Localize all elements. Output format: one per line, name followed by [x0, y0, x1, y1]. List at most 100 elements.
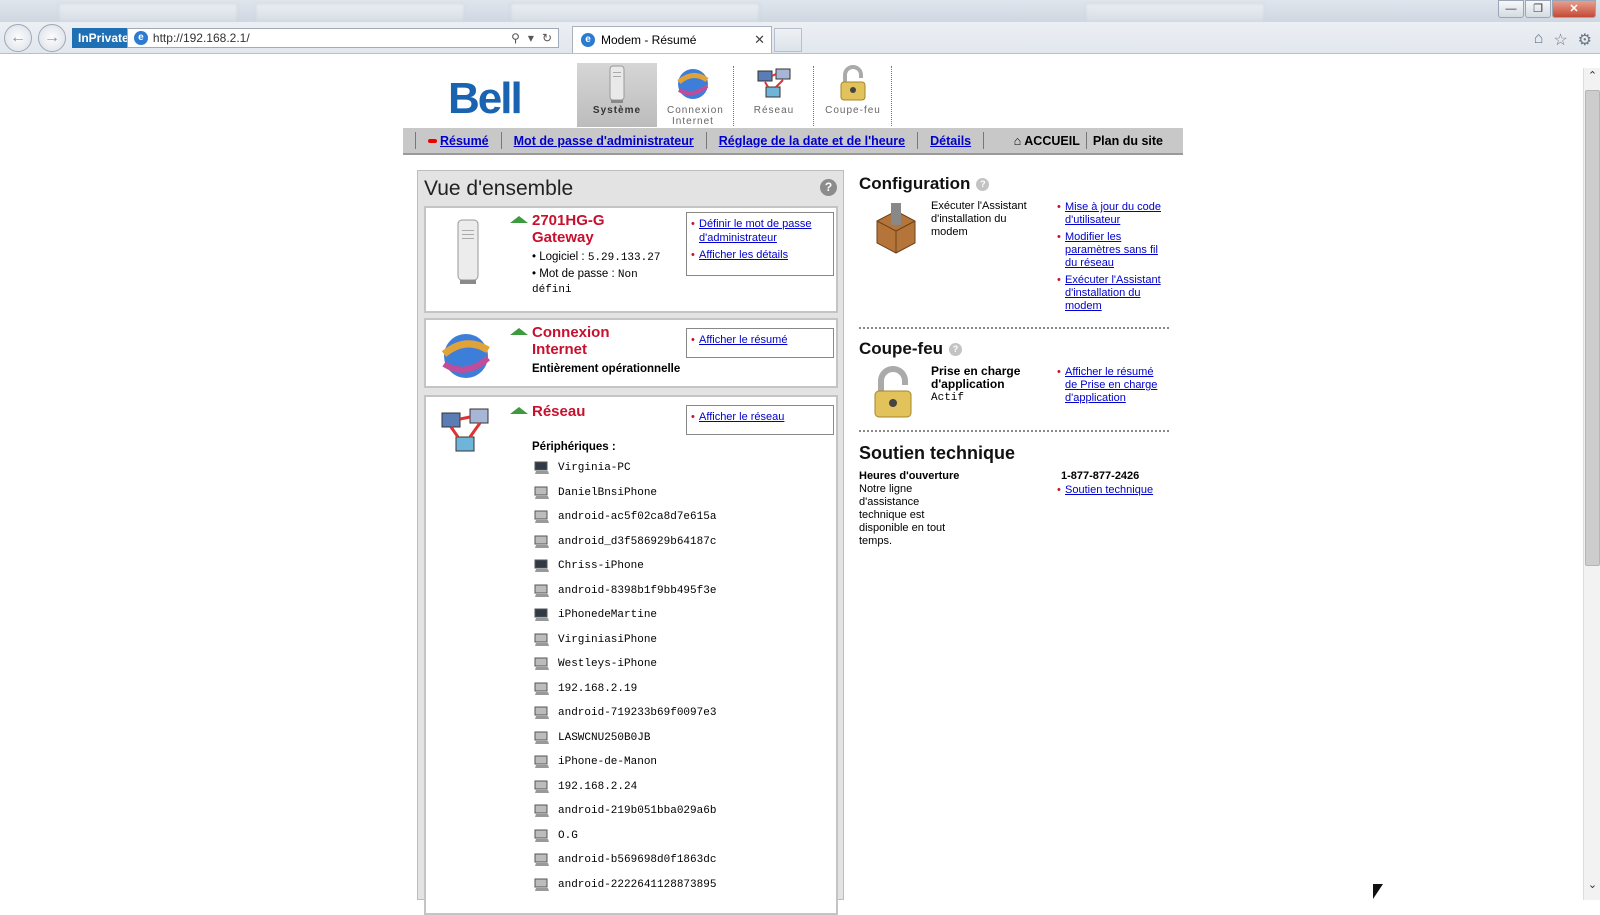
favorites-star-icon[interactable]: ☆ — [1553, 30, 1567, 50]
device-name: Westleys-iPhone — [558, 658, 658, 670]
support-phone: 1-877-877-2426 — [1061, 470, 1140, 482]
firewall-text: Prise en charge d'application — [931, 364, 1021, 391]
ie-tab-icon: e — [581, 33, 595, 47]
active-tab[interactable]: e Modem - Résumé ✕ — [572, 26, 772, 53]
restore-button[interactable]: ❐ — [1525, 0, 1551, 18]
device-name: android-8398b1f9bb495f3e — [558, 584, 717, 597]
inprivate-badge[interactable]: InPrivate — [72, 28, 135, 48]
minimize-button[interactable]: — — [1498, 0, 1524, 18]
show-details-link[interactable]: Afficher les détails — [699, 249, 788, 261]
device-row: android-219b051bba029a6b — [534, 801, 716, 821]
bell-logo[interactable]: Bell — [448, 74, 523, 124]
help-icon[interactable]: ? — [976, 178, 990, 192]
hours-text: Notre ligne d'assistance technique est d… — [859, 483, 946, 547]
scroll-up-icon[interactable]: ⌃ — [1586, 70, 1599, 83]
device-row: LASWCNU250B0JB — [534, 728, 650, 748]
refresh-icon[interactable]: ↻ — [542, 31, 552, 45]
padlock-icon — [813, 63, 893, 105]
nav-connexion-label: Connexion Internet — [667, 105, 724, 127]
window-controls: — ❐ ✕ — [1498, 0, 1596, 18]
browser-tools: ⌂ ☆ ⚙ — [1534, 30, 1592, 50]
tab-close-icon[interactable]: ✕ — [754, 32, 765, 48]
run-setup-wizard-link[interactable]: Exécuter l'Assistant d'installation du m… — [1065, 274, 1161, 312]
subnav-date-time[interactable]: Réglage de la date et de l'heure — [719, 134, 905, 148]
tab-title: Modem - Résumé — [601, 33, 697, 47]
subnav-resume-label: Résumé — [440, 133, 489, 148]
device-name: android-719233b69f0097e3 — [558, 707, 717, 719]
wireless-settings-link[interactable]: Modifier les paramètres sans fil du rése… — [1065, 231, 1158, 269]
gateway-links: Définir le mot de passe d'administrateur… — [686, 212, 834, 276]
device-name: android-ac5f02ca8d7e615a — [558, 511, 717, 523]
background-tab[interactable] — [255, 3, 465, 21]
section-divider — [859, 430, 1169, 432]
status-ok-icon — [510, 407, 528, 414]
support-link[interactable]: Soutien technique — [1065, 484, 1153, 496]
forward-button[interactable]: → — [38, 24, 66, 52]
subnav-resume[interactable]: Résumé — [428, 134, 489, 148]
help-icon[interactable]: ? — [820, 179, 837, 196]
section-divider — [859, 327, 1169, 329]
show-network-link[interactable]: Afficher le réseau — [699, 411, 784, 423]
device-name: VirginiasiPhone — [558, 633, 658, 646]
subnav-divider — [917, 132, 919, 149]
overview-title: Vue d'ensemble — [424, 177, 574, 200]
new-tab-button[interactable] — [774, 28, 802, 52]
password-row: • Mot de passe : Non défini — [532, 268, 638, 296]
computer-device-icon — [534, 657, 549, 670]
computer-device-icon — [534, 853, 549, 866]
background-tab[interactable] — [510, 3, 760, 21]
status-ok-icon — [510, 328, 528, 335]
search-icon[interactable]: ⚲ — [511, 31, 520, 45]
globe-large-icon — [438, 328, 500, 392]
set-admin-password-link[interactable]: Définir le mot de passe d'administrateur — [699, 218, 812, 244]
settings-gear-icon[interactable]: ⚙ — [1578, 30, 1592, 50]
nav-coupe-feu-label: Coupe-feu — [825, 105, 881, 116]
dropdown-icon[interactable]: ▾ — [528, 31, 534, 45]
sitemap-link[interactable]: Plan du site — [1093, 134, 1183, 148]
url-input[interactable] — [152, 31, 512, 45]
device-row: DanielBnsiPhone — [534, 483, 657, 503]
home-icon[interactable]: ⌂ — [1534, 30, 1544, 50]
help-icon[interactable]: ? — [949, 343, 963, 357]
background-tab[interactable] — [1085, 3, 1265, 21]
scroll-down-icon[interactable]: ⌄ — [1586, 879, 1599, 892]
subnav-divider — [415, 132, 416, 149]
device-name: 192.168.2.19 — [558, 682, 638, 695]
update-user-code-link[interactable]: Mise à jour du code d'utilisateur — [1065, 201, 1161, 226]
password-label: Mot de passe : — [539, 268, 615, 280]
nav-systeme[interactable]: Système — [577, 63, 657, 127]
nav-systeme-label: Système — [592, 105, 642, 116]
gateway-title: 2701HG-G Gateway — [532, 212, 605, 246]
address-bar[interactable]: e ⚲ ▾ ↻ — [127, 28, 559, 48]
vertical-scrollbar[interactable]: ⌃ ⌄ — [1583, 68, 1600, 900]
close-window-button[interactable]: ✕ — [1552, 0, 1596, 18]
device-name: android_d3f586929b64187c — [558, 535, 717, 548]
toolbox-icon — [869, 201, 923, 255]
device-name: DanielBnsiPhone — [558, 486, 658, 499]
device-row: VirginiasiPhone — [534, 630, 657, 650]
nav-reseau[interactable]: Réseau — [734, 63, 814, 127]
internet-status: Entièrement opérationnelle — [532, 363, 681, 375]
gateway-card: 2701HG-G Gateway • Logiciel : 5.29.133.2… — [424, 206, 838, 313]
background-tab[interactable] — [58, 3, 238, 21]
home-link[interactable]: ⌂ ACCUEIL — [1014, 134, 1080, 148]
back-button[interactable]: ← — [4, 24, 32, 52]
configuration-title-label: Configuration — [859, 174, 971, 193]
software-row: • Logiciel : 5.29.133.27 — [532, 251, 661, 264]
nav-connexion-internet[interactable]: Connexion Internet — [653, 63, 733, 127]
subnav-details[interactable]: Détails — [930, 134, 971, 148]
ie-page-icon: e — [134, 31, 148, 45]
device-row: 192.168.2.19 — [534, 679, 637, 699]
show-summary-link[interactable]: Afficher le résumé — [699, 334, 787, 346]
app-support-summary-link[interactable]: Afficher le résumé de Prise en charge d'… — [1065, 366, 1157, 404]
home-label: ACCUEIL — [1024, 133, 1080, 148]
subnav-admin-password[interactable]: Mot de passe d'administrateur — [514, 134, 694, 148]
scrollbar-thumb[interactable] — [1585, 90, 1600, 566]
nav-coupe-feu[interactable]: Coupe-feu — [813, 63, 893, 127]
network-links: Afficher le réseau — [686, 405, 834, 435]
house-icon: ⌂ — [1013, 133, 1022, 148]
support-links: Soutien technique — [1057, 484, 1167, 501]
firewall-links: Afficher le résumé de Prise en charge d'… — [1057, 366, 1167, 409]
browser-chrome: — ❐ ✕ ← → InPrivate e ⚲ ▾ ↻ e Modem - Ré… — [0, 0, 1600, 54]
computer-device-icon — [534, 608, 549, 621]
